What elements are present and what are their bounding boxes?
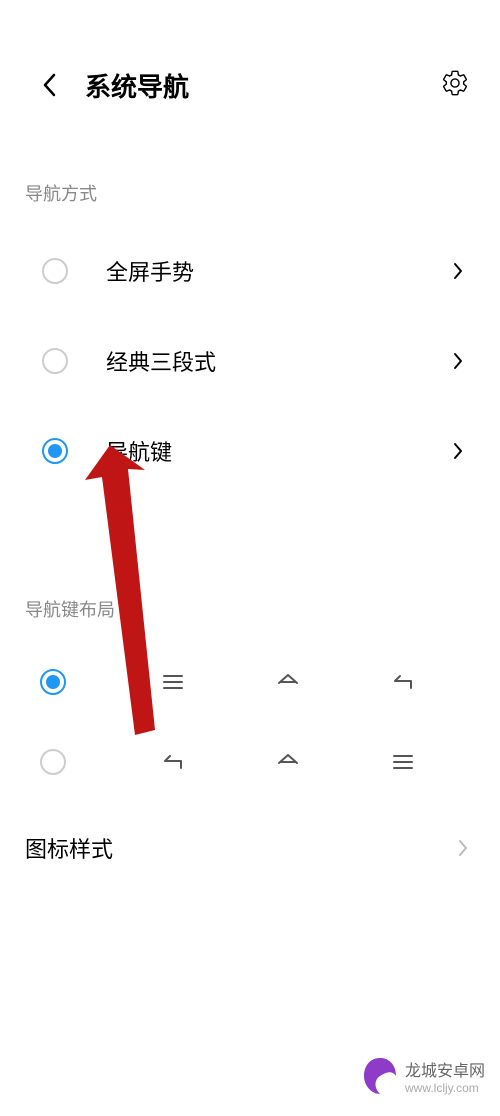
- home-icon: [273, 667, 303, 697]
- layout-preview-1: [116, 667, 460, 697]
- page-title: 系统导航: [85, 67, 189, 104]
- radio-layout-1[interactable]: [40, 669, 66, 695]
- option-classic-three[interactable]: 经典三段式: [0, 316, 500, 406]
- chevron-left-icon: [40, 71, 60, 99]
- option-label: 经典三段式: [106, 345, 216, 377]
- gear-icon: [441, 69, 469, 97]
- option-label: 导航键: [106, 435, 172, 467]
- radio-layout-2[interactable]: [40, 749, 66, 775]
- radio-fullscreen-gesture[interactable]: [42, 258, 68, 284]
- chevron-right-icon: [446, 439, 470, 463]
- watermark-url: www.lcljy.com: [405, 1081, 485, 1095]
- back-button[interactable]: [30, 65, 70, 105]
- home-icon: [273, 747, 303, 777]
- back-nav-icon: [388, 667, 418, 697]
- radio-nav-keys[interactable]: [42, 438, 68, 464]
- chevron-right-icon: [446, 259, 470, 283]
- layout-option-1[interactable]: [0, 642, 500, 722]
- section-label-nav-key-layout: 导航键布局: [0, 496, 500, 642]
- chevron-right-icon: [451, 836, 475, 860]
- icon-style-row[interactable]: 图标样式: [0, 802, 500, 894]
- layout-preview-2: [116, 747, 460, 777]
- radio-classic-three[interactable]: [42, 348, 68, 374]
- watermark-logo-icon: [360, 1056, 400, 1096]
- section-label-nav-method: 导航方式: [0, 130, 500, 226]
- icon-style-label: 图标样式: [25, 832, 113, 864]
- menu-icon: [388, 747, 418, 777]
- option-label: 全屏手势: [106, 255, 194, 287]
- back-nav-icon: [158, 747, 188, 777]
- watermark: 龙城安卓网 www.lcljy.com: [360, 1056, 485, 1096]
- layout-option-2[interactable]: [0, 722, 500, 802]
- option-fullscreen-gesture[interactable]: 全屏手势: [0, 226, 500, 316]
- menu-icon: [158, 667, 188, 697]
- watermark-title: 龙城安卓网: [405, 1057, 485, 1081]
- settings-button[interactable]: [440, 68, 470, 98]
- chevron-right-icon: [446, 349, 470, 373]
- option-nav-keys[interactable]: 导航键: [0, 406, 500, 496]
